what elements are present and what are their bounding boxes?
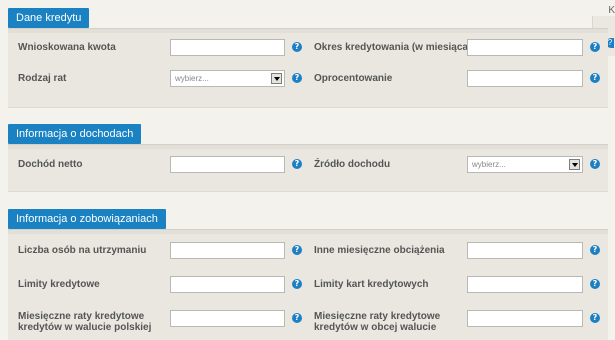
section-income: Informacja o dochodach Dochód netto ? Źr… — [8, 124, 608, 192]
interest-rate-input[interactable] — [467, 70, 583, 87]
section-title-loan-data: Dane kredytu — [8, 8, 90, 28]
label-net-income: Dochód netto — [18, 159, 83, 170]
credit-limits-input[interactable] — [170, 276, 285, 293]
requested-amount-input[interactable] — [170, 39, 285, 56]
section-title-liabilities: Informacja o zobowiązaniach — [8, 209, 166, 229]
chevron-down-icon[interactable] — [271, 73, 282, 84]
select-value: wybierz... — [175, 74, 209, 83]
section-liabilities: Informacja o zobowiązaniach Liczba osób … — [8, 209, 608, 340]
label-interest-rate: Oprocentowanie — [314, 73, 393, 84]
help-icon[interactable]: ? — [590, 245, 600, 255]
help-icon[interactable]: ? — [590, 159, 600, 169]
label-installment-type: Rodzaj rat — [18, 73, 67, 84]
help-icon[interactable]: ? — [292, 42, 302, 52]
label-loan-period: Okres kredytowania (w miesiącach) — [314, 42, 483, 53]
income-source-select[interactable]: wybierz... — [467, 156, 583, 173]
help-icon[interactable]: ? — [292, 313, 302, 323]
help-icon[interactable]: ? — [590, 279, 600, 289]
section-title-income: Informacja o dochodach — [8, 124, 142, 144]
other-monthly-charges-input[interactable] — [467, 242, 583, 259]
help-icon[interactable]: ? — [590, 73, 600, 83]
net-income-input[interactable] — [170, 156, 285, 173]
label-dependents: Liczba osób na utrzymaniu — [18, 245, 147, 256]
label-monthly-installments-pln: Miesięczne raty kredytowe kredytów w wal… — [18, 311, 152, 333]
credit-card-limits-input[interactable] — [467, 276, 583, 293]
installment-type-select[interactable]: wybierz... — [170, 70, 285, 87]
right-edge-letter: K — [608, 5, 615, 16]
help-icon[interactable]: ? — [590, 313, 600, 323]
section-body: Wnioskowana kwota ? Okres kredytowania (… — [8, 28, 608, 108]
section-body: Dochód netto ? Źródło dochodu wybierz...… — [8, 144, 608, 192]
section-body: Liczba osób na utrzymaniu ? Inne miesięc… — [8, 229, 608, 340]
help-icon[interactable]: ? — [292, 73, 302, 83]
help-icon[interactable]: ? — [292, 159, 302, 169]
help-icon[interactable]: ? — [292, 279, 302, 289]
label-income-source: Źródło dochodu — [314, 159, 391, 170]
section-header: Informacja o dochodach — [8, 124, 608, 144]
chevron-down-icon[interactable] — [569, 159, 580, 170]
dependents-input[interactable] — [170, 242, 285, 259]
label-credit-card-limits: Limity kart kredytowych — [314, 279, 429, 290]
monthly-installments-foreign-input[interactable] — [467, 310, 583, 327]
loan-period-input[interactable] — [467, 39, 583, 56]
monthly-installments-pln-input[interactable] — [170, 310, 285, 327]
section-header: Dane kredytu — [8, 8, 608, 28]
credit-form-page: K ? Dane kredytu Wnioskowana kwota ? Okr… — [0, 0, 615, 340]
section-header: Informacja o zobowiązaniach — [8, 209, 608, 229]
section-loan-data: Dane kredytu Wnioskowana kwota ? Okres k… — [8, 8, 608, 108]
label-requested-amount: Wnioskowana kwota — [18, 42, 116, 53]
label-other-monthly-charges: Inne miesięczne obciążenia — [314, 245, 445, 256]
select-value: wybierz... — [472, 160, 506, 169]
help-icon[interactable]: ? — [590, 42, 600, 52]
label-credit-limits: Limity kredytowe — [18, 279, 100, 290]
label-monthly-installments-foreign: Miesięczne raty kredytowe kredytów w obc… — [314, 311, 441, 333]
help-icon[interactable]: ? — [292, 245, 302, 255]
